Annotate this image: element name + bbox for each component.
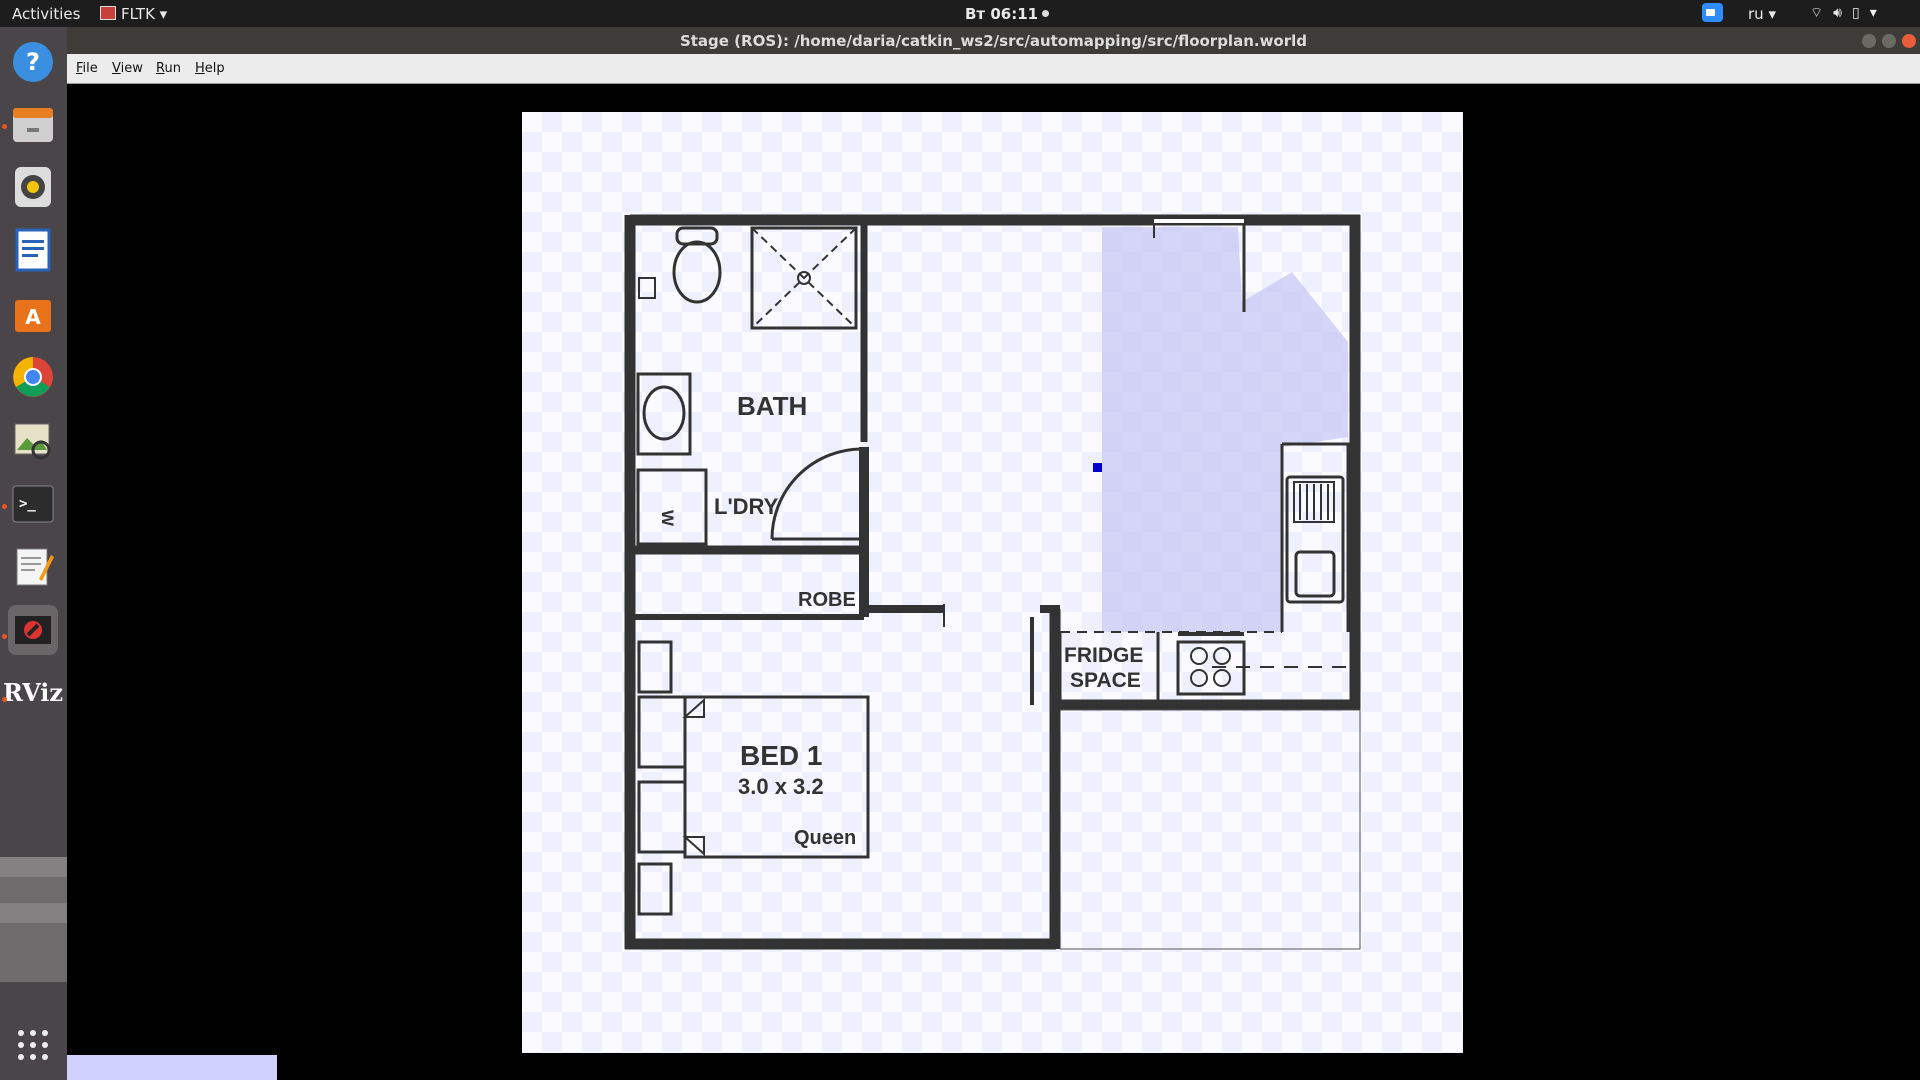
system-tray[interactable]: ⌔🔊︎▯▾ [1810, 4, 1887, 22]
chrome-icon[interactable] [8, 352, 58, 402]
menu-bar: File View Run Help [67, 54, 1920, 84]
menu-run[interactable]: Run [156, 61, 181, 76]
volume-icon: 🔊︎ [1833, 5, 1852, 21]
dock: ? A >_ RViz [0, 27, 67, 1080]
svg-text:>_: >_ [19, 496, 36, 512]
zoom-tray-icon[interactable] [1702, 3, 1723, 22]
svg-text:A: A [25, 305, 41, 329]
label-bed-title: BED 1 [740, 740, 822, 771]
label-washer: W [658, 510, 677, 527]
battery-icon: ▯▾ [1852, 5, 1887, 21]
world-view[interactable]: BATH L'DRY W ROBE BED 1 3.0 x 3.2 Queen … [522, 112, 1463, 1053]
help-icon[interactable]: ? [8, 37, 58, 87]
rviz-icon[interactable]: RViz [3, 667, 63, 717]
activities-button[interactable]: Activities [12, 5, 80, 23]
software-center-icon[interactable]: A [8, 289, 58, 339]
window-title-bar[interactable]: Stage (ROS): /home/daria/catkin_ws2/src/… [67, 27, 1920, 54]
language-selector[interactable]: ru ▾ [1748, 5, 1776, 23]
floorplan-map: BATH L'DRY W ROBE BED 1 3.0 x 3.2 Queen … [624, 214, 1361, 950]
label-robe: ROBE [798, 589, 856, 611]
clock-label: Вт 06:11 [965, 5, 1039, 23]
terminal-icon[interactable]: >_ [8, 479, 58, 529]
label-fridge-line1: FRIDGE [1064, 644, 1143, 667]
clock[interactable]: Вт 06:11 [965, 5, 1050, 23]
image-viewer-icon[interactable] [8, 415, 58, 465]
label-bed-size: 3.0 x 3.2 [738, 774, 824, 799]
label-bed-type: Queen [794, 827, 856, 849]
status-strip [67, 1055, 277, 1080]
minimize-button[interactable] [1862, 34, 1876, 48]
text-editor-icon[interactable] [8, 542, 58, 592]
label-fridge-line2: SPACE [1070, 669, 1141, 692]
writer-icon[interactable] [8, 225, 58, 275]
label-bath: BATH [737, 391, 807, 421]
label-laundry: L'DRY [714, 494, 779, 519]
app-menu[interactable]: FLTK ▾ [100, 5, 167, 23]
files-icon[interactable] [8, 99, 58, 149]
close-button[interactable] [1902, 34, 1916, 48]
robot-marker[interactable] [1093, 463, 1102, 472]
laser-field-of-view [1102, 227, 1348, 632]
menu-file[interactable]: File [76, 61, 98, 76]
background-window-fragment [0, 857, 67, 982]
stage-app-icon[interactable] [8, 605, 58, 655]
maximize-button[interactable] [1882, 34, 1896, 48]
wifi-icon: ⌔ [1810, 5, 1834, 21]
rhythmbox-icon[interactable] [8, 162, 58, 212]
notification-dot-icon [1042, 10, 1050, 17]
fltk-app-icon [100, 6, 116, 20]
menu-view[interactable]: View [112, 61, 143, 76]
svg-text:?: ? [26, 48, 40, 76]
menu-help[interactable]: Help [195, 61, 225, 76]
app-menu-label: FLTK ▾ [121, 5, 168, 23]
window-title: Stage (ROS): /home/daria/catkin_ws2/src/… [679, 32, 1308, 50]
show-applications-icon[interactable] [18, 1030, 48, 1060]
top-bar: Activities FLTK ▾ Вт 06:11 ru ▾ ⌔🔊︎▯▾ [0, 0, 1920, 27]
